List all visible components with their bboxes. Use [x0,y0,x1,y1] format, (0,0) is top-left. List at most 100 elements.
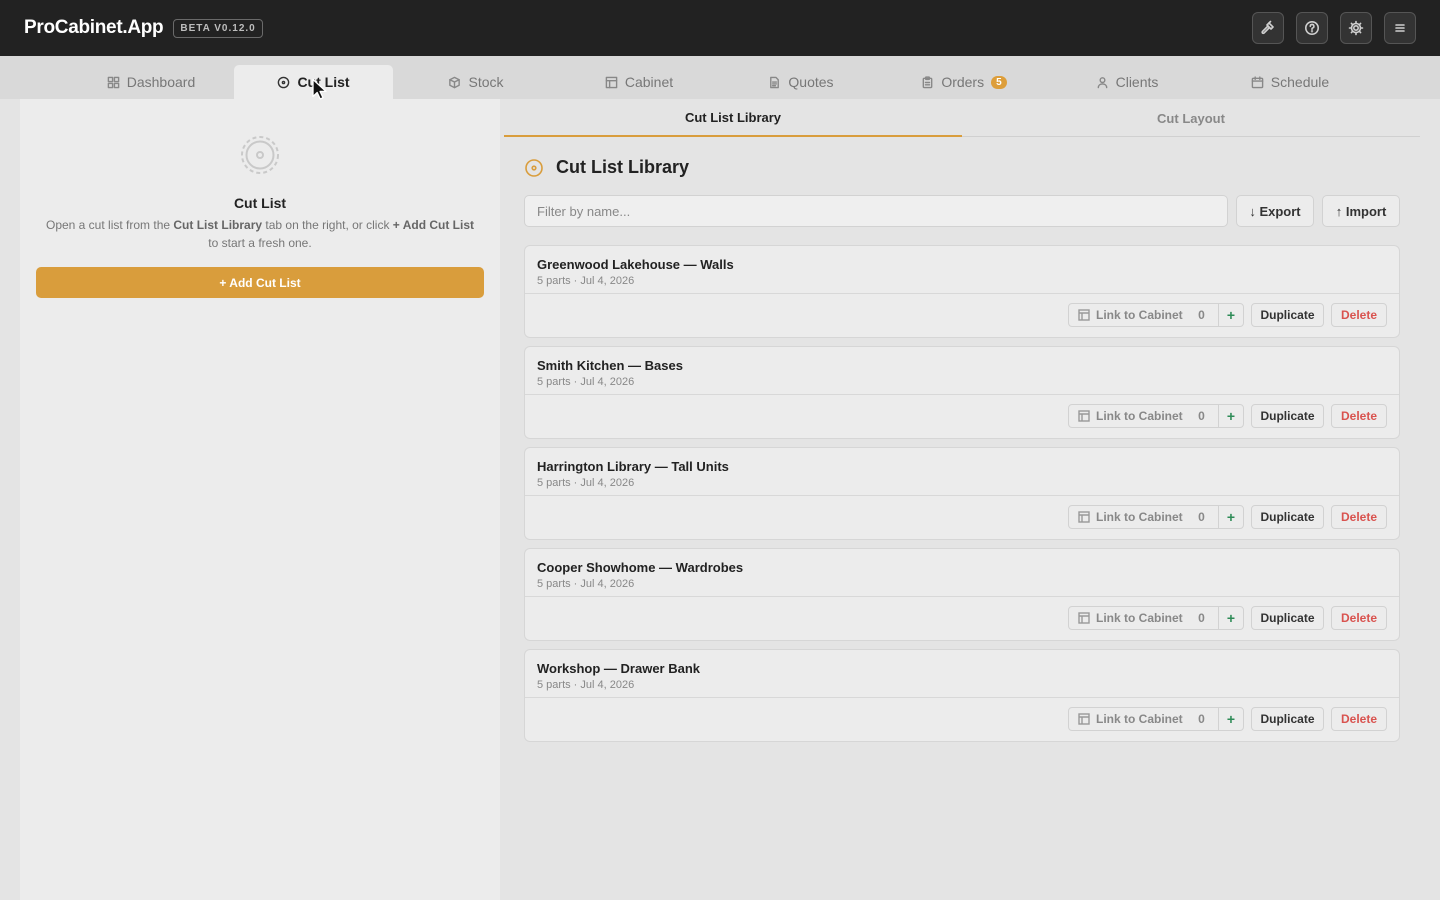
delete-button[interactable]: Delete [1331,303,1387,327]
card-divider [525,394,1399,395]
menu-button[interactable] [1384,12,1416,44]
cut-list-card[interactable]: Smith Kitchen — Bases 5 parts · Jul 4, 20… [524,346,1400,439]
cabinet-icon [1078,511,1090,523]
duplicate-button[interactable]: Duplicate [1251,606,1324,630]
header-actions [1252,12,1416,44]
add-link-button[interactable]: + [1218,607,1243,629]
delete-button[interactable]: Delete [1331,606,1387,630]
export-button[interactable]: ↓ Export [1236,195,1314,227]
link-label: Link to Cabinet [1096,308,1183,322]
filter-input[interactable] [524,195,1228,227]
cabinet-icon [1078,713,1090,725]
tools-button[interactable] [1252,12,1284,44]
orders-count-badge: 5 [991,75,1007,89]
tab-label: Stock [468,74,504,90]
help-button[interactable] [1296,12,1328,44]
tab-schedule[interactable]: Schedule [1225,65,1355,99]
link-to-cabinet-button[interactable]: Link to Cabinet [1069,510,1185,524]
help-icon [1305,21,1319,35]
link-to-cabinet-button[interactable]: Link to Cabinet [1069,611,1185,625]
version-badge: BETA V0.12.0 [173,18,263,38]
linked-cabinet-count: 0 [1198,510,1205,524]
grid-icon [107,76,120,88]
tab-cabinet[interactable]: Cabinet [574,65,704,99]
cut-list-meta: 5 parts · Jul 4, 2026 [537,578,635,590]
menu-icon [1395,24,1405,32]
cabinet-icon [605,76,618,88]
tab-label: Clients [1115,74,1159,90]
linked-cabinet-count: 0 [1198,409,1205,423]
duplicate-button[interactable]: Duplicate [1251,303,1324,327]
cut-list-name[interactable]: Greenwood Lakehouse — Walls [537,257,734,272]
delete-button[interactable]: Delete [1331,707,1387,731]
cut-list-meta: 5 parts · Jul 4, 2026 [537,679,635,691]
cut-list-panel: Cut List Open a cut list from the Cut Li… [20,99,500,900]
import-button[interactable]: ↑ Import [1322,195,1400,227]
link-label: Link to Cabinet [1096,409,1183,423]
cabinet-icon [1078,309,1090,321]
delete-button[interactable]: Delete [1331,404,1387,428]
link-to-cabinet-button[interactable]: Link to Cabinet [1069,409,1185,423]
add-link-button[interactable]: + [1218,405,1243,427]
cut-list-name[interactable]: Workshop — Drawer Bank [537,661,700,676]
cut-list-meta: 5 parts · Jul 4, 2026 [537,376,635,388]
empty-state-title: Cut List [233,195,287,211]
cut-list-meta: 5 parts · Jul 4, 2026 [537,275,635,287]
app-brand: ProCabinet.App [24,17,164,38]
document-icon [770,76,780,88]
clipboard-icon [922,75,933,88]
subtab-cut-list-library[interactable]: Cut List Library [504,99,962,137]
link-to-cabinet-control: Link to Cabinet 0 + [1068,303,1244,327]
add-link-button[interactable]: + [1218,304,1243,326]
subtab-cut-layout[interactable]: Cut Layout [962,99,1420,137]
cut-list-name[interactable]: Cooper Showhome — Wardrobes [537,560,743,575]
add-link-button[interactable]: + [1218,506,1243,528]
link-to-cabinet-button[interactable]: Link to Cabinet [1069,308,1185,322]
delete-button[interactable]: Delete [1331,505,1387,529]
library-panel: Cut List Library Cut Layout Cut List Lib… [500,99,1440,900]
cabinet-icon [1078,410,1090,422]
duplicate-button[interactable]: Duplicate [1251,404,1324,428]
duplicate-button[interactable]: Duplicate [1251,707,1324,731]
tab-orders[interactable]: Orders 5 [896,65,1032,99]
linked-cabinet-count: 0 [1198,611,1205,625]
gear-icon [1348,20,1364,36]
empty-state-description: Open a cut list from the Cut List Librar… [45,218,475,250]
link-to-cabinet-control: Link to Cabinet 0 + [1068,606,1244,630]
main-tabs: Dashboard Cut List Stock Cabinet Quotes … [0,56,1440,99]
cut-list-card[interactable]: Workshop — Drawer Bank 5 parts · Jul 4, 2… [524,649,1400,742]
tab-clients[interactable]: Clients [1062,65,1192,99]
tab-stock[interactable]: Stock [411,65,541,99]
mouse-cursor-icon [312,78,327,100]
settings-button[interactable] [1340,12,1372,44]
link-to-cabinet-button[interactable]: Link to Cabinet [1069,712,1185,726]
hammer-icon [1261,20,1274,35]
card-divider [525,697,1399,698]
cut-list-name[interactable]: Smith Kitchen — Bases [537,358,683,373]
add-cut-list-button[interactable]: + Add Cut List [36,267,484,298]
cabinet-icon [1078,612,1090,624]
top-bar: ProCabinet.App BETA V0.12.0 [0,0,1440,56]
linked-cabinet-count: 0 [1198,712,1205,726]
box-icon [449,76,461,88]
cut-list-card[interactable]: Harrington Library — Tall Units 5 parts ·… [524,447,1400,540]
link-label: Link to Cabinet [1096,611,1183,625]
cut-list-meta: 5 parts · Jul 4, 2026 [537,477,635,489]
library-header: Cut List Library [524,157,689,178]
cut-list-card[interactable]: Greenwood Lakehouse — Walls 5 parts · Jul… [524,245,1400,338]
cut-list-card[interactable]: Cooper Showhome — Wardrobes 5 parts · Jul… [524,548,1400,641]
calendar-icon [1251,75,1264,88]
link-label: Link to Cabinet [1096,510,1183,524]
tab-dashboard[interactable]: Dashboard [86,65,216,99]
cut-list-name[interactable]: Harrington Library — Tall Units [537,459,729,474]
add-link-button[interactable]: + [1218,708,1243,730]
duplicate-button[interactable]: Duplicate [1251,505,1324,529]
card-divider [525,495,1399,496]
saw-icon [278,76,290,88]
card-divider [525,596,1399,597]
sub-tabs: Cut List Library Cut Layout [504,99,1420,137]
tab-label: Schedule [1270,74,1330,90]
tab-quotes[interactable]: Quotes [736,65,866,99]
link-label: Link to Cabinet [1096,712,1183,726]
user-icon [1097,76,1107,88]
